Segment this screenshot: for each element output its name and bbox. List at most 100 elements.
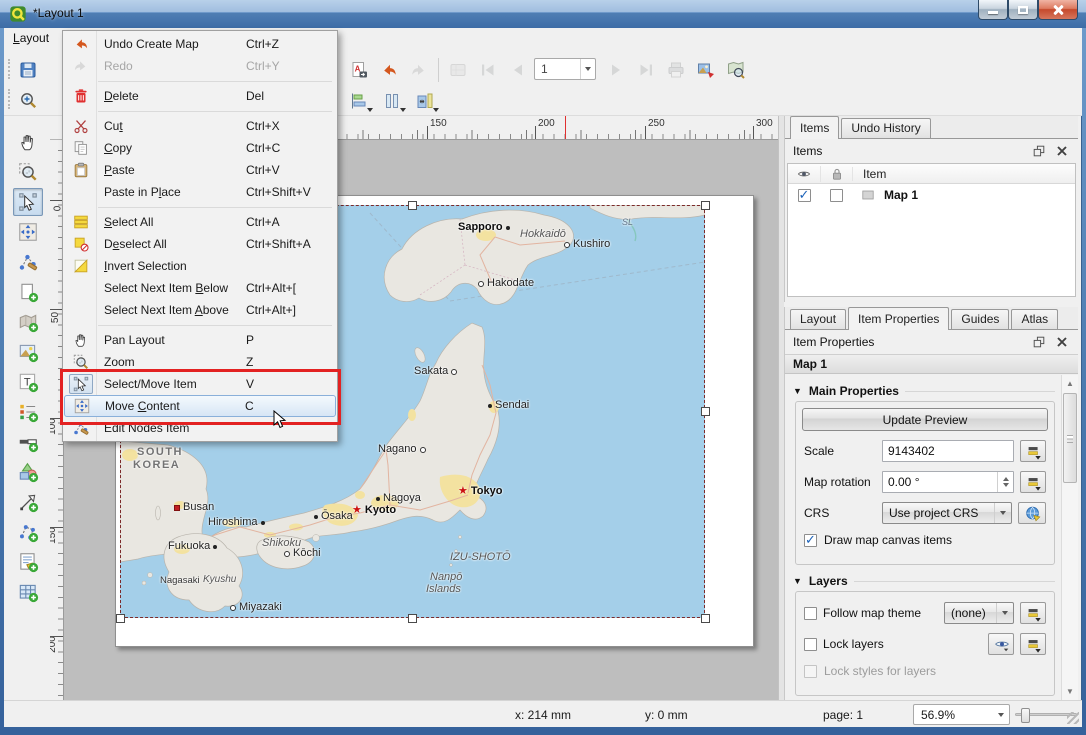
crs-combo[interactable]: Use project CRS [882,502,1012,524]
select-next-item-above-menu-item[interactable]: Select Next Item AboveCtrl+Alt+] [64,299,336,321]
menu-item-shortcut: Ctrl+Alt+] [242,303,330,317]
maximize-button[interactable] [1008,0,1038,20]
move-item-content-tool[interactable] [13,218,43,246]
close-panel-icon[interactable] [1054,143,1070,159]
selection-handle[interactable] [408,201,417,210]
item-locked-checkbox[interactable] [830,189,843,202]
item-visible-checkbox[interactable] [798,189,811,202]
properties-scrollbar[interactable]: ▲ ▼ [1061,375,1078,700]
update-preview-button[interactable]: Update Preview [802,408,1048,431]
invert-selection-menu-item[interactable]: Invert Selection [64,255,336,277]
tab-guides[interactable]: Guides [951,309,1009,329]
save-layout-button[interactable] [14,56,42,83]
select-move-item-tool[interactable] [13,188,43,216]
selection-handle[interactable] [408,614,417,623]
qgis-layout-window: *Layout 1 Layout A1 T 150200250300 05010… [0,0,1086,735]
pan-layout-tool[interactable] [13,128,43,156]
visible-layers-button[interactable] [988,633,1014,655]
paste-menu-item[interactable]: PasteCtrl+V [64,159,336,181]
float-panel-icon[interactable] [1031,143,1047,159]
scroll-down-icon[interactable]: ▼ [1063,684,1077,699]
tab-items[interactable]: Items [790,116,839,139]
toolbar-grip[interactable] [8,89,12,109]
close-button[interactable] [1038,0,1078,20]
add-arrow-tool[interactable] [13,488,43,516]
city-dot-marker [506,226,510,230]
delete-menu-item[interactable]: DeleteDel [64,85,336,107]
selection-handle[interactable] [701,614,710,623]
city-dot-marker [261,521,265,525]
undo-button[interactable] [375,56,403,83]
map-theme-combo[interactable]: (none) [944,602,1014,624]
scale-override-button[interactable] [1020,440,1046,462]
menu-item-shortcut: Ctrl+Shift+V [242,185,330,199]
scroll-up-icon[interactable]: ▲ [1063,376,1077,391]
zoom-level-combo[interactable]: 56.9% [913,704,1010,725]
add-map-tool[interactable] [13,308,43,336]
atlas-page-combo[interactable]: 1 [534,58,596,80]
copy-menu-item[interactable]: CopyCtrl+C [64,137,336,159]
layers-header[interactable]: ▼ Layers [793,574,1055,588]
add-shape-tool[interactable] [13,458,43,486]
tab-atlas[interactable]: Atlas [1011,309,1058,329]
selection-handle[interactable] [701,201,710,210]
tab-layout[interactable]: Layout [790,309,846,329]
pan-layout-menu-item[interactable]: Pan LayoutP [64,329,336,351]
deselect-all-menu-item[interactable]: Deselect AllCtrl+Shift+A [64,233,336,255]
resize-grip[interactable] [1067,712,1079,724]
item-properties-panel: LayoutItem PropertiesGuidesAtlas Item Pr… [784,307,1078,700]
zoom-full-button[interactable] [722,56,750,83]
menu-layout[interactable]: Layout [4,28,58,48]
tab-item-properties[interactable]: Item Properties [848,307,949,330]
zoom-tool[interactable] [13,158,43,186]
add-scalebar-tool[interactable] [13,428,43,456]
add-picture-tool[interactable] [13,338,43,366]
select-all-menu-item[interactable]: Select AllCtrl+A [64,211,336,233]
add-html-tool[interactable] [13,548,43,576]
item-row-map-1[interactable]: Map 1 [788,184,1075,206]
edit-nodes-item-tool[interactable] [13,248,43,276]
float-panel-icon[interactable] [1031,334,1047,350]
map-label-sendai: Sendai [488,400,529,411]
scrollbar-thumb[interactable] [1063,393,1077,483]
lock-layers-override-button[interactable] [1020,633,1046,655]
close-panel-icon[interactable] [1054,334,1070,350]
rotation-override-button[interactable] [1020,471,1046,493]
select-next-item-below-menu-item[interactable]: Select Next Item BelowCtrl+Alt+[ [64,277,336,299]
ruler-tick-label: 150 [430,118,447,129]
cut-menu-item[interactable]: CutCtrl+X [64,115,336,137]
menu-item-shortcut: Ctrl+C [242,141,330,155]
add-label-tool[interactable]: T [13,368,43,396]
redo-button [405,56,433,83]
minimize-button[interactable] [978,0,1008,20]
add-attribute-table-tool[interactable] [13,578,43,606]
map-rotation-spinner[interactable]: 0.00 ° [882,471,1014,493]
crs-select-button[interactable] [1018,502,1046,524]
lock-column-icon [829,166,845,182]
export-as-pdf-button[interactable]: A [345,56,373,83]
add-legend-tool[interactable] [13,398,43,426]
zoom-slider-thumb[interactable] [1021,708,1030,723]
export-atlas-image-button[interactable] [692,56,720,83]
city-circle-marker [478,281,484,287]
theme-override-button[interactable] [1020,602,1046,624]
spin-up-icon[interactable] [1003,477,1009,481]
zoom-in-button[interactable] [14,86,42,113]
spin-down-icon[interactable] [1003,483,1009,487]
add-page-tool[interactable] [13,278,43,306]
selection-handle[interactable] [116,614,125,623]
paste-in-place-menu-item[interactable]: Paste in PlaceCtrl+Shift+V [64,181,336,203]
add-node-item-tool[interactable] [13,518,43,546]
selection-handle[interactable] [701,407,710,416]
city-dot-marker [314,515,318,519]
scale-input[interactable]: 9143402 [882,440,1014,462]
lock-layers-checkbox[interactable] [804,638,817,651]
draw-map-canvas-items-checkbox[interactable] [804,534,817,547]
undo-create-map-menu-item[interactable]: Undo Create MapCtrl+Z [64,33,336,55]
tab-undo-history[interactable]: Undo History [841,118,930,138]
main-properties-header[interactable]: ▼ Main Properties [793,384,1055,398]
toolbar-grip[interactable] [8,59,12,79]
ruler-tick-label: 50 [50,312,61,323]
map-label-islands: Islands [426,584,461,595]
follow-map-theme-checkbox[interactable] [804,607,817,620]
